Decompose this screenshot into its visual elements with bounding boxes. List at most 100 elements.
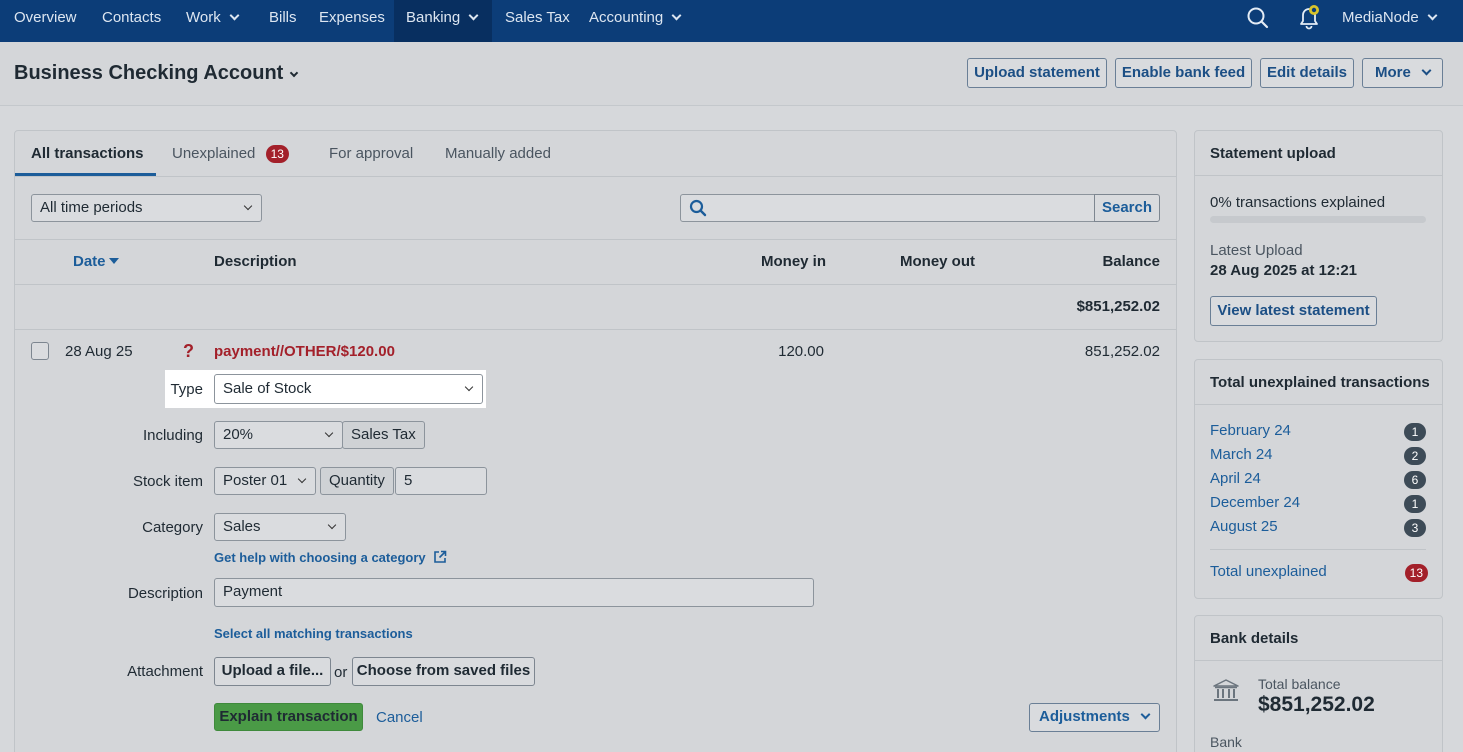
select-matching-link[interactable]: Select all matching transactions [214, 626, 413, 641]
chevron-down-icon [671, 10, 682, 21]
edit-details-button[interactable]: Edit details [1260, 58, 1354, 88]
category-help-link[interactable]: Get help with choosing a category [214, 548, 447, 565]
page-header: Business Checking Account Upload stateme… [0, 42, 1463, 106]
date-column-header[interactable]: Date [73, 253, 119, 270]
nav-banking-label: Banking [406, 9, 461, 26]
total-unexplained-link[interactable]: Total unexplained [1210, 563, 1327, 580]
external-link-icon [434, 550, 447, 563]
or-text: or [334, 664, 348, 681]
cancel-link[interactable]: Cancel [376, 709, 423, 726]
transaction-balance: 851,252.02 [1084, 343, 1160, 360]
nav-overview[interactable]: Overview [14, 0, 77, 42]
chevron-down-icon [229, 10, 240, 21]
tab-unexplained[interactable]: Unexplained 13 [172, 145, 289, 163]
sales-tax-addon: Sales Tax [342, 421, 425, 449]
bank-label: Bank [1210, 734, 1242, 750]
row-checkbox[interactable] [31, 342, 49, 360]
month-count-badge: 3 [1404, 519, 1426, 537]
unexplained-month-row[interactable]: April 24 6 [1210, 470, 1426, 492]
nav-work[interactable]: Work [186, 0, 240, 42]
description-input[interactable]: Payment [214, 578, 814, 607]
divider [15, 284, 1176, 285]
month-link[interactable]: February 24 [1210, 422, 1291, 439]
unexplained-status-icon: ? [183, 341, 194, 361]
month-link[interactable]: March 24 [1210, 446, 1273, 463]
month-count-badge: 1 [1404, 495, 1426, 513]
month-link[interactable]: December 24 [1210, 494, 1300, 511]
type-value: Sale of Stock [223, 380, 312, 397]
category-label: Category [142, 519, 203, 536]
adjustments-button[interactable]: Adjustments [1029, 703, 1160, 732]
unexplained-title: Total unexplained transactions [1210, 374, 1430, 391]
chevron-down-icon [464, 382, 474, 392]
total-unexplained-row[interactable]: Total unexplained 13 [1210, 563, 1428, 585]
nav-contacts[interactable]: Contacts [102, 0, 161, 42]
search-input[interactable] [680, 194, 1095, 222]
explained-progress-bar [1210, 216, 1426, 223]
top-navigation: Overview Contacts Work Bills Expenses Ba… [0, 0, 1463, 42]
date-header-label: Date [73, 253, 106, 270]
nav-bills[interactable]: Bills [269, 0, 297, 42]
tab-manually-added[interactable]: Manually added [445, 145, 551, 162]
tab-for-approval[interactable]: For approval [329, 145, 413, 162]
unexplained-month-row[interactable]: December 24 1 [1210, 494, 1426, 516]
enable-bank-feed-button[interactable]: Enable bank feed [1115, 58, 1252, 88]
more-button[interactable]: More [1362, 58, 1443, 88]
chevron-down-icon [468, 10, 479, 21]
description-column-header: Description [214, 253, 297, 270]
chevron-down-icon [327, 520, 337, 530]
nav-sales-tax[interactable]: Sales Tax [505, 0, 570, 42]
page-title[interactable]: Business Checking Account [14, 62, 299, 85]
bank-details-title: Bank details [1210, 630, 1299, 647]
stock-item-select[interactable]: Poster 01 [214, 467, 316, 495]
nav-accounting-label: Accounting [589, 9, 664, 26]
unexplained-month-row[interactable]: March 24 2 [1210, 446, 1426, 468]
more-label: More [1375, 64, 1411, 81]
upload-file-button[interactable]: Upload a file... [214, 657, 331, 686]
upload-statement-button[interactable]: Upload statement [967, 58, 1107, 88]
money-in-column-header: Money in [761, 253, 827, 270]
month-link[interactable]: August 25 [1210, 518, 1278, 535]
nav-accounting[interactable]: Accounting [589, 0, 682, 42]
transaction-money-in: 120.00 [778, 343, 824, 360]
divider [1195, 660, 1442, 661]
account-title: Business Checking Account [14, 62, 284, 84]
quantity-input[interactable]: 5 [395, 467, 487, 495]
choose-saved-files-button[interactable]: Choose from saved files [352, 657, 535, 686]
view-latest-statement-button[interactable]: View latest statement [1210, 296, 1377, 326]
category-select[interactable]: Sales [214, 513, 346, 541]
search-button[interactable]: Search [1094, 194, 1160, 222]
chevron-down-icon [1427, 10, 1438, 21]
nav-expenses[interactable]: Expenses [319, 0, 385, 42]
latest-upload-label: Latest Upload [1210, 242, 1303, 259]
period-value: All time periods [40, 199, 143, 216]
transaction-tabs: All transactions Unexplained 13 For appr… [15, 131, 1176, 177]
period-select[interactable]: All time periods [31, 194, 262, 222]
including-select[interactable]: 20% [214, 421, 343, 449]
total-unexplained-badge: 13 [1404, 564, 1428, 582]
latest-upload-date: 28 Aug 2025 at 12:21 [1210, 262, 1358, 279]
stock-item-label: Stock item [132, 473, 203, 490]
month-link[interactable]: April 24 [1210, 470, 1261, 487]
account-menu[interactable]: MediaNode [1342, 0, 1438, 42]
total-balance-value: $851,252.02 [1258, 693, 1375, 716]
notification-bell-icon[interactable] [1294, 2, 1324, 32]
category-value: Sales [223, 518, 261, 535]
transaction-description[interactable]: payment//OTHER/$120.00 [214, 343, 395, 360]
statement-upload-title: Statement upload [1210, 145, 1336, 162]
type-select[interactable]: Sale of Stock [214, 374, 483, 404]
divider [1195, 404, 1442, 405]
transaction-date: 28 Aug 25 [65, 343, 133, 360]
including-value: 20% [223, 426, 254, 443]
explain-transaction-button[interactable]: Explain transaction [214, 703, 363, 731]
chevron-down-icon [1140, 709, 1151, 720]
unexplained-month-row[interactable]: August 25 3 [1210, 518, 1426, 540]
tab-all-transactions[interactable]: All transactions [31, 145, 144, 162]
quantity-addon: Quantity [320, 467, 394, 495]
nav-banking[interactable]: Banking [394, 0, 492, 42]
explained-percentage: 0% transactions explained [1210, 194, 1386, 211]
sort-down-icon [108, 258, 119, 264]
balance-column-header: Balance [1102, 253, 1160, 270]
search-icon[interactable] [1246, 6, 1270, 32]
unexplained-month-row[interactable]: February 24 1 [1210, 422, 1426, 444]
